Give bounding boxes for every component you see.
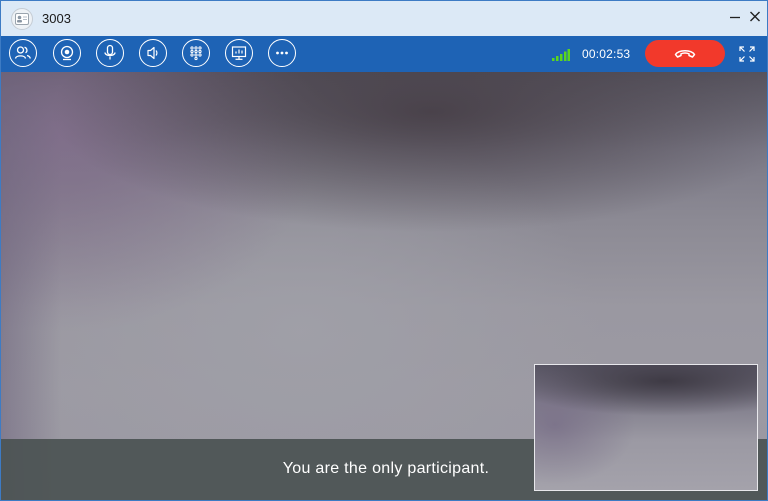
window-title: 3003 xyxy=(42,11,71,26)
call-duration: 00:02:53 xyxy=(582,47,631,61)
call-toolbar: 00:02:53 xyxy=(1,36,767,72)
contact-card-icon xyxy=(11,8,33,30)
microphone-button[interactable] xyxy=(96,39,124,67)
screen-share-icon xyxy=(231,46,247,60)
hangup-icon xyxy=(674,50,696,58)
hangup-button[interactable] xyxy=(645,40,725,67)
dialpad-button[interactable] xyxy=(182,39,210,67)
participants-icon xyxy=(14,46,31,59)
dialpad-icon xyxy=(190,46,202,61)
title-bar[interactable]: 3003 xyxy=(1,1,767,37)
video-call-window: 3003 00:02:53 You are the only participa… xyxy=(0,0,768,501)
microphone-icon xyxy=(104,44,116,60)
signal-strength-icon xyxy=(552,48,570,61)
participants-button[interactable] xyxy=(9,39,37,67)
minimize-icon xyxy=(730,16,740,19)
screen-share-button[interactable] xyxy=(225,39,253,67)
more-icon xyxy=(276,51,288,55)
self-view-video[interactable] xyxy=(534,364,758,491)
close-button[interactable] xyxy=(745,7,765,27)
minimize-button[interactable] xyxy=(725,7,745,27)
close-icon xyxy=(750,11,760,22)
speaker-icon xyxy=(147,46,158,60)
camera-button[interactable] xyxy=(53,39,81,67)
fullscreen-button[interactable] xyxy=(737,44,757,64)
video-shading xyxy=(1,72,61,500)
fullscreen-icon xyxy=(739,46,755,62)
camera-icon xyxy=(60,45,74,61)
speaker-button[interactable] xyxy=(139,39,167,67)
more-button[interactable] xyxy=(268,39,296,67)
remote-video-feed: You are the only participant. xyxy=(1,72,767,500)
